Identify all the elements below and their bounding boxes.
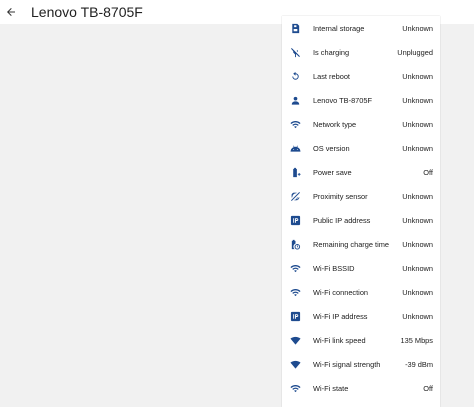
sensor-label: Wi-Fi IP address: [313, 311, 368, 321]
sensor-row-proximity-sensor[interactable]: Proximity sensor Unknown: [282, 184, 440, 208]
sensor-label: OS version: [313, 143, 350, 153]
restart-icon: [289, 70, 301, 82]
sensor-value: Unknown: [402, 119, 433, 129]
ip-icon: [289, 310, 301, 322]
sensor-row-wifi-state[interactable]: Wi-Fi state Off: [282, 376, 440, 400]
android-icon: [289, 142, 301, 154]
wifi-icon: [289, 118, 301, 130]
battery-clock-icon: [289, 238, 301, 250]
sensor-label: Remaining charge time: [313, 239, 389, 249]
sensor-value: Unknown: [402, 263, 433, 273]
sensor-row-power-save[interactable]: Power save Off: [282, 160, 440, 184]
wifi-strength-icon: [289, 358, 301, 370]
sensor-label: Lenovo TB-8705F: [313, 95, 373, 105]
sensor-label: Network type: [313, 119, 357, 129]
wifi-icon: [289, 286, 301, 298]
sensor-label: Wi-Fi state: [313, 383, 349, 393]
wifi-strength-icon: [289, 334, 301, 346]
sensor-label: Wi-Fi link speed: [313, 335, 366, 345]
battery-plus-icon: [289, 166, 301, 178]
sensor-row-wifi-ip[interactable]: Wi-Fi IP address Unknown: [282, 304, 440, 328]
sensor-label: Wi-Fi BSSID: [313, 263, 355, 273]
sensor-value: -39 dBm: [405, 359, 433, 369]
sensor-value: Unknown: [402, 143, 433, 153]
back-button[interactable]: [0, 0, 22, 24]
sensor-label: Internal storage: [313, 23, 365, 33]
wifi-icon: [289, 262, 301, 274]
sensor-value: Unknown: [402, 23, 433, 33]
sensor-value: Unplugged: [397, 47, 433, 57]
sensor-value: Off: [423, 167, 433, 177]
sensor-row-wifi-signal-strength[interactable]: Wi-Fi signal strength -39 dBm: [282, 352, 440, 376]
sensor-row-internal-storage[interactable]: Internal storage Unknown: [282, 16, 440, 40]
person-icon: [289, 94, 301, 106]
sensor-label: Is charging: [313, 47, 350, 57]
sensor-row-public-ip[interactable]: Public IP address Unknown: [282, 208, 440, 232]
sensor-value: Unknown: [402, 71, 433, 81]
sensor-row-last-reboot[interactable]: Last reboot Unknown: [282, 64, 440, 88]
sensor-list-card: Internal storage Unknown Is charging Unp…: [282, 16, 440, 407]
sensor-value: Unknown: [402, 287, 433, 297]
sensor-row-device-name[interactable]: Lenovo TB-8705F Unknown: [282, 88, 440, 112]
sensor-label: Proximity sensor: [313, 191, 368, 201]
storage-icon: [289, 22, 301, 34]
ip-icon: [289, 214, 301, 226]
arrow-back-icon: [7, 8, 15, 16]
page-title: Lenovo TB-8705F: [31, 4, 143, 20]
sensor-value: Off: [423, 383, 433, 393]
sensor-value: Unknown: [402, 239, 433, 249]
sensor-row-wifi-link-speed[interactable]: Wi-Fi link speed 135 Mbps: [282, 328, 440, 352]
sensor-value: Unknown: [402, 311, 433, 321]
sensor-value: Unknown: [402, 191, 433, 201]
sensor-label: Wi-Fi signal strength: [313, 359, 381, 369]
sensor-value: Unknown: [402, 95, 433, 105]
sensor-row-is-charging[interactable]: Is charging Unplugged: [282, 40, 440, 64]
sensor-row-os-version[interactable]: OS version Unknown: [282, 136, 440, 160]
sensor-row-wifi-bssid[interactable]: Wi-Fi BSSID Unknown: [282, 256, 440, 280]
sensor-label: Wi-Fi connection: [313, 287, 369, 297]
sensor-value: 135 Mbps: [400, 335, 433, 345]
sensor-row-remaining-charge-time[interactable]: Remaining charge time Unknown: [282, 232, 440, 256]
sensor-row-network-type[interactable]: Network type Unknown: [282, 112, 440, 136]
charging-off-icon: [289, 46, 301, 58]
sensor-label: Power save: [313, 167, 352, 177]
sensor-label: Public IP address: [313, 215, 371, 225]
sensor-label: Last reboot: [313, 71, 350, 81]
wifi-icon: [289, 382, 301, 394]
sensor-row-wifi-connection[interactable]: Wi-Fi connection Unknown: [282, 280, 440, 304]
proximity-icon: [289, 190, 301, 202]
sensor-value: Unknown: [402, 215, 433, 225]
